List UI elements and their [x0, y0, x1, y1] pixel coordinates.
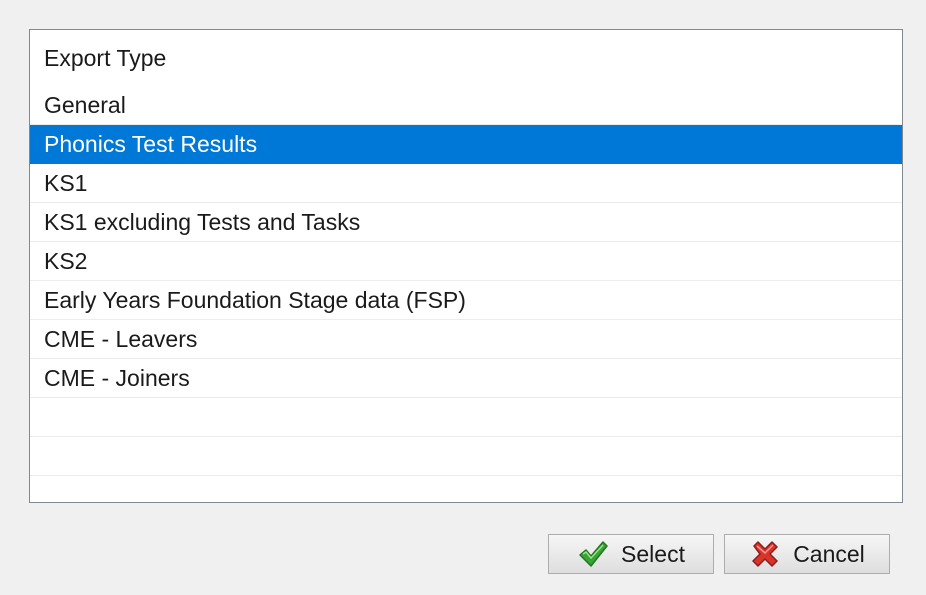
list-item-early-years-foundation-stage[interactable]: Early Years Foundation Stage data (FSP) [30, 281, 902, 320]
list-item-phonics-test-results[interactable]: Phonics Test Results [30, 125, 902, 164]
empty-row [30, 476, 902, 502]
empty-row [30, 437, 902, 476]
empty-row [30, 398, 902, 437]
export-type-list[interactable]: Export Type General Phonics Test Results… [29, 29, 903, 503]
select-button[interactable]: Select [548, 534, 714, 574]
list-item-ks1-excluding-tests-and-tasks[interactable]: KS1 excluding Tests and Tasks [30, 203, 902, 242]
list-item-ks1[interactable]: KS1 [30, 164, 902, 203]
red-cross-icon [749, 538, 781, 570]
list-header: Export Type [44, 44, 167, 71]
green-checkmark-icon [577, 538, 609, 570]
list-item-ks2[interactable]: KS2 [30, 242, 902, 281]
cancel-button[interactable]: Cancel [724, 534, 890, 574]
cancel-button-label: Cancel [793, 540, 865, 567]
export-type-dialog: Export Type General Phonics Test Results… [0, 0, 926, 595]
list-item-cme-joiners[interactable]: CME - Joiners [30, 359, 902, 398]
list-item-cme-leavers[interactable]: CME - Leavers [30, 320, 902, 359]
list-item-general[interactable]: General [30, 86, 902, 125]
select-button-label: Select [621, 540, 685, 567]
